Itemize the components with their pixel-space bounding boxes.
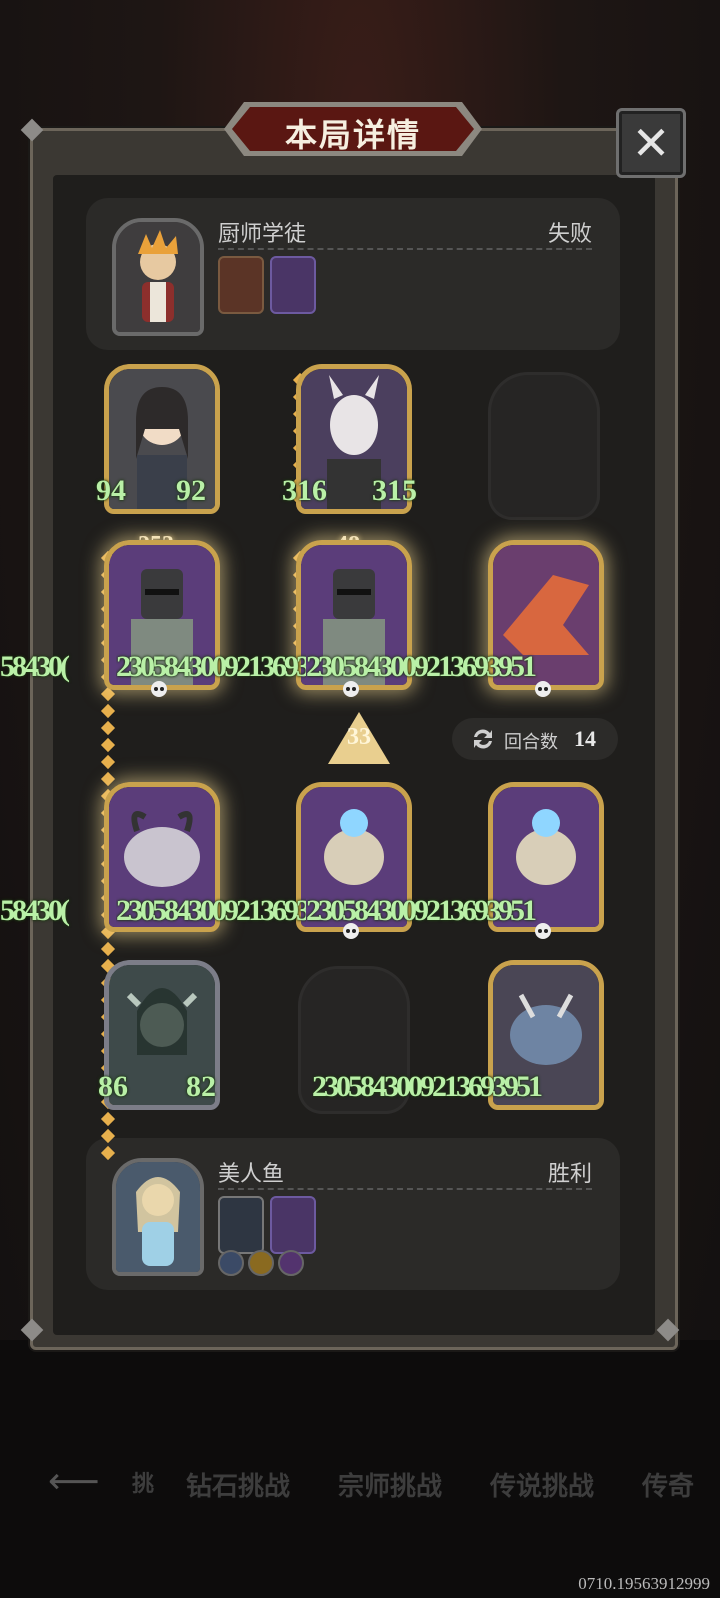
bottom-nav: ⟵ 挑 钻石挑战 宗师挑战 传说挑战 传奇 — [0, 1460, 720, 1520]
opponent-card: 厨师学徒 失败 — [86, 198, 620, 350]
opponent-result: 失败 — [547, 221, 592, 246]
divider — [218, 248, 592, 250]
player-avatar[interactable] — [112, 1158, 204, 1276]
turn-arrow-value: 33 — [347, 724, 371, 750]
player-buff-icon[interactable] — [278, 1250, 304, 1276]
refresh-icon — [474, 729, 492, 749]
tab-mythic[interactable]: 传奇 — [642, 1466, 694, 1503]
player-buff-icon[interactable] — [248, 1250, 274, 1276]
opponent-item-icon[interactable] — [218, 256, 264, 314]
modal-title-plate: 本局详情 — [222, 100, 484, 158]
empty-slot — [488, 372, 600, 520]
player-item-icon[interactable] — [270, 1196, 316, 1254]
player-card: 美人鱼 胜利 — [86, 1138, 620, 1290]
unit-attack: 86 — [98, 1070, 128, 1103]
opponent-name: 厨师学徒 — [218, 221, 307, 246]
player-name: 美人鱼 — [218, 1161, 285, 1186]
unit-attack: 94 — [96, 474, 126, 507]
tab-diamond-challenge[interactable]: 钻石挑战 — [186, 1466, 290, 1503]
tab-master-challenge[interactable]: 宗师挑战 — [338, 1466, 442, 1503]
close-button[interactable]: ✕ — [616, 108, 686, 178]
close-icon: ✕ — [631, 117, 671, 169]
opponent-avatar[interactable] — [112, 218, 204, 336]
round-label: 回合数 — [504, 732, 558, 752]
round-counter: 回合数 14 — [452, 718, 618, 760]
unit-attack: 316 — [282, 474, 327, 507]
tab-legend-challenge[interactable]: 传说挑战 — [490, 1466, 594, 1503]
overflow-stat: 2305843009213693951 — [312, 1070, 543, 1103]
tab-partial[interactable]: 挑 — [132, 1466, 154, 1498]
overflow-stat: 2305843009213693951 — [306, 894, 537, 927]
player-item-icon[interactable] — [218, 1196, 264, 1254]
overflow-stat: 2305843009213693951 — [306, 650, 537, 683]
divider — [218, 1188, 592, 1190]
back-arrow-icon[interactable]: ⟵ — [48, 1460, 100, 1502]
overflow-stat: 58430( — [0, 650, 70, 683]
modal-title: 本局详情 — [284, 117, 421, 153]
unit-health: 92 — [176, 474, 206, 507]
overflow-stat: 58430( — [0, 894, 70, 927]
unit-health: 315 — [372, 474, 417, 507]
build-id: 0710.19563912999 — [578, 1574, 710, 1593]
player-buff-icon[interactable] — [218, 1250, 244, 1276]
player-result: 胜利 — [547, 1161, 592, 1186]
overflow-stat: 2305843009213693951 — [116, 894, 306, 927]
unit-health: 82 — [186, 1070, 216, 1103]
round-value: 14 — [574, 726, 596, 751]
opponent-item-icon[interactable] — [270, 256, 316, 314]
overflow-stat: 2305843009213693951 — [116, 650, 306, 683]
